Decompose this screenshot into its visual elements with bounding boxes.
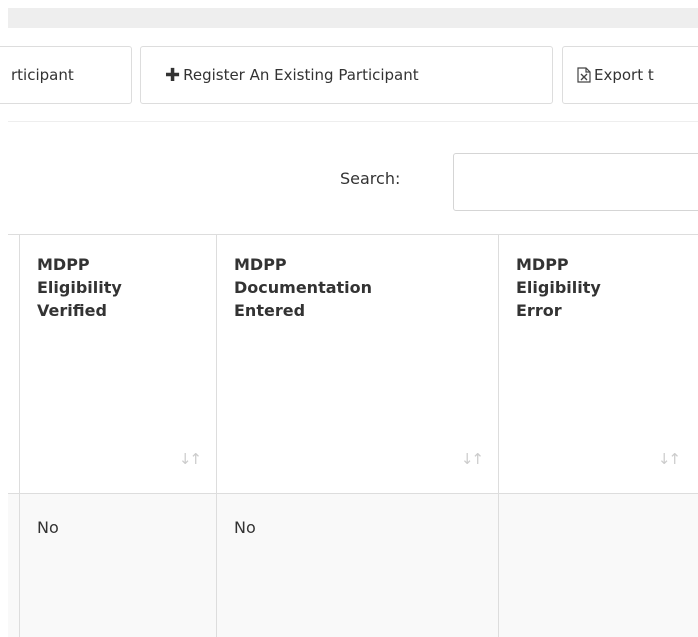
register-existing-label: Register An Existing Participant — [183, 66, 419, 84]
excel-file-icon — [577, 67, 591, 83]
sort-icon[interactable]: ↓↑ — [179, 448, 202, 471]
header-line: MDPP — [234, 255, 287, 274]
panel-header-bar — [8, 8, 698, 28]
add-participant-label: rticipant — [11, 66, 74, 84]
column-header-mdpp-eligibility-verified[interactable]: MDPP Eligibility Verified ↓↑ — [20, 235, 217, 493]
sort-icon[interactable]: ↓↑ — [461, 448, 484, 471]
search-input[interactable] — [453, 153, 698, 211]
export-button[interactable]: Export t — [562, 46, 698, 104]
plus-icon: ✚ — [165, 64, 181, 86]
column-header-mdpp-eligibility-error[interactable]: MDPP Eligibility Error ↓↑ — [499, 235, 698, 493]
search-label: Search: — [340, 169, 401, 188]
header-line: Documentation — [234, 278, 373, 297]
header-line: Error — [516, 301, 562, 320]
header-line: MDPP — [516, 255, 569, 274]
header-line: Eligibility — [516, 278, 601, 297]
column-header-mdpp-documentation-entered[interactable]: MDPP Documentation Entered ↓↑ — [217, 235, 499, 493]
export-label: Export t — [594, 66, 654, 84]
column-header-partial — [8, 235, 20, 493]
header-line: Eligibility — [37, 278, 122, 297]
table-cell-partial — [8, 494, 20, 637]
top-band — [0, 0, 698, 28]
header-line: MDPP — [37, 255, 90, 274]
header-line: Entered — [234, 301, 306, 320]
header-line: Verified — [37, 301, 107, 320]
table-cell-eligibility-error — [499, 494, 698, 637]
table-cell-documentation-entered: No — [217, 494, 499, 637]
sort-icon[interactable]: ↓↑ — [658, 448, 681, 471]
add-participant-button[interactable]: rticipant — [0, 46, 132, 104]
table-cell-eligibility-verified: No — [20, 494, 217, 637]
toolbar-divider — [8, 121, 698, 122]
register-existing-participant-button[interactable]: ✚ Register An Existing Participant — [140, 46, 553, 104]
